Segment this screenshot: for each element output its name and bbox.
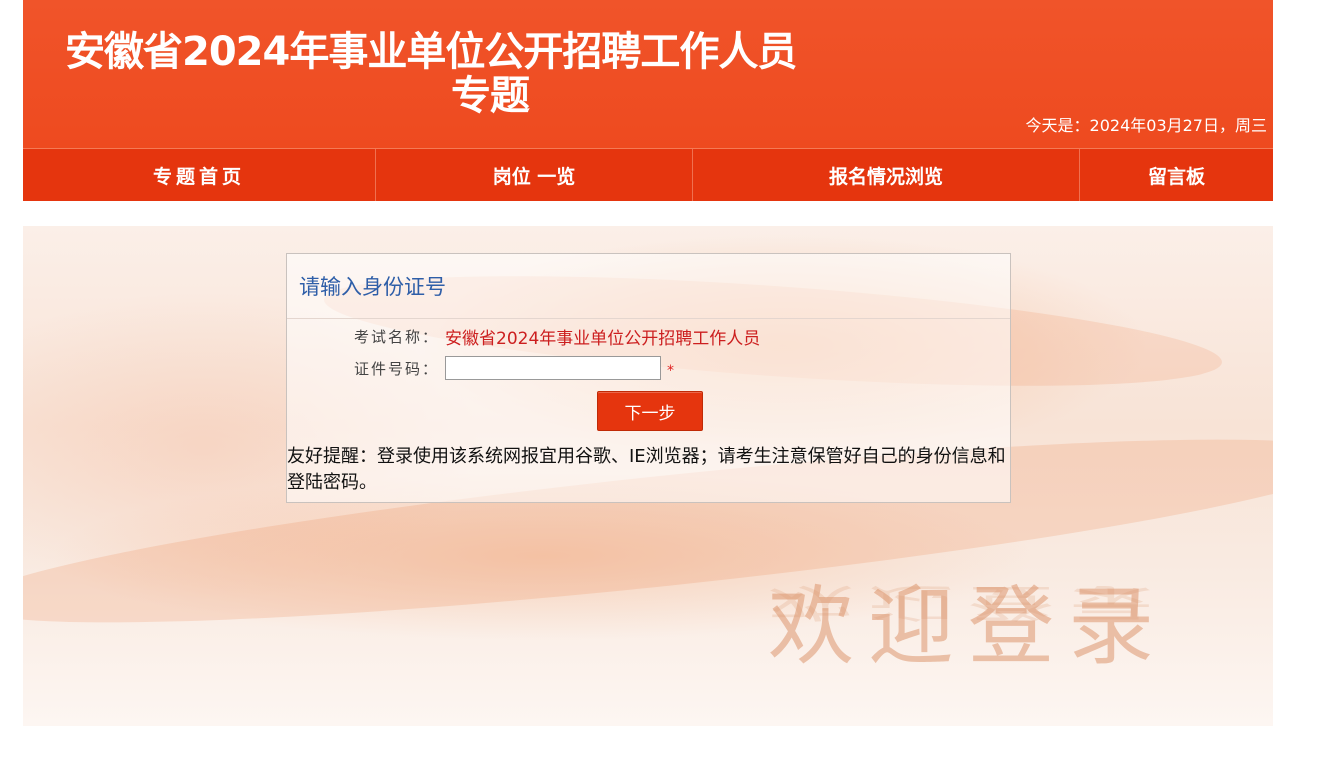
id-number-label: 证件号码： — [353, 359, 439, 378]
required-mark: * — [667, 363, 674, 379]
login-panel: 请输入身份证号 考试名称： 安徽省2024年事业单位公开招聘工作人员 证件号码：… — [286, 253, 1011, 503]
id-number-input[interactable] — [445, 356, 661, 380]
welcome-text-reflection: 欢迎登录 — [768, 579, 1168, 625]
friendly-reminder: 友好提醒：登录使用该系统网报宜用谷歌、IE浏览器；请考生注意保管好自己的身份信息… — [287, 446, 1006, 493]
next-step-button[interactable]: 下一步 — [597, 391, 703, 431]
site-title: 安徽省2024年事业单位公开招聘工作人员 专题 — [65, 30, 875, 118]
nav-item-home[interactable]: 专题首页 — [23, 149, 376, 201]
site-title-line1: 安徽省2024年事业单位公开招聘工作人员 — [65, 29, 797, 75]
nav-item-message-board[interactable]: 留言板 — [1080, 149, 1273, 201]
exam-name-row: 考试名称： 安徽省2024年事业单位公开招聘工作人员 — [287, 324, 760, 349]
nav-item-registration-status[interactable]: 报名情况浏览 — [693, 149, 1080, 201]
login-heading: 请输入身份证号 — [287, 254, 1010, 319]
id-number-row: 证件号码： * — [287, 356, 674, 380]
main-nav: 专题首页 岗位 一览 报名情况浏览 留言板 — [23, 148, 1273, 201]
site-title-line2: 专题 — [451, 73, 530, 119]
current-date: 今天是：2024年03月27日，周三 — [1025, 116, 1267, 135]
exam-name-value: 安徽省2024年事业单位公开招聘工作人员 — [445, 329, 761, 349]
page-wrapper: 安徽省2024年事业单位公开招聘工作人员 专题 今天是：2024年03月27日，… — [23, 0, 1273, 201]
exam-name-label: 考试名称： — [353, 328, 439, 346]
header-banner: 安徽省2024年事业单位公开招聘工作人员 专题 今天是：2024年03月27日，… — [23, 0, 1273, 148]
nav-item-positions[interactable]: 岗位 一览 — [376, 149, 693, 201]
